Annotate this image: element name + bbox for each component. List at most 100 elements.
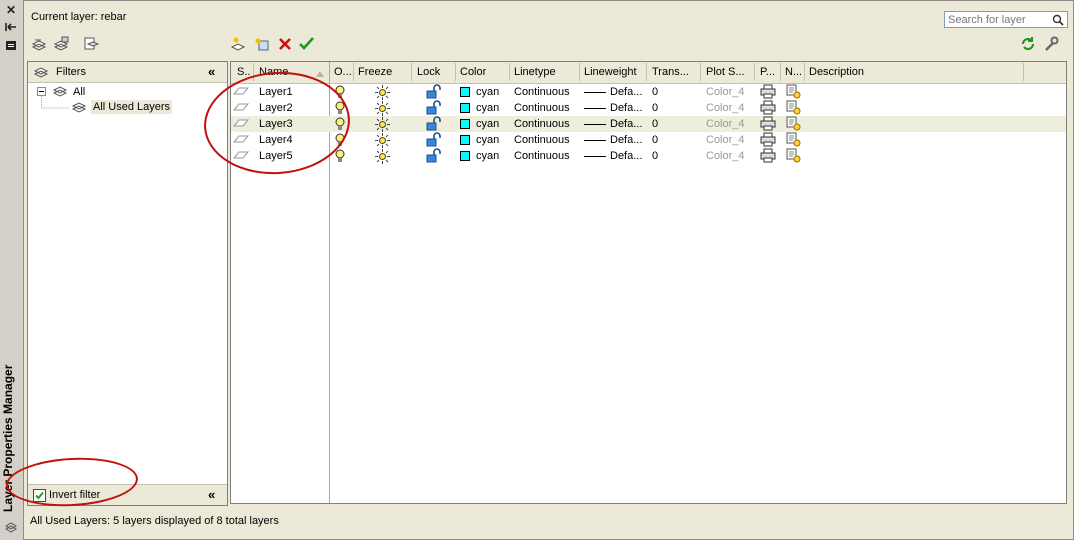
- lineweight-sample: [584, 124, 606, 125]
- palette-title-bar[interactable]: ✕ Layer Properties Manager: [0, 0, 24, 540]
- current-layer-label: Current layer: rebar: [31, 11, 127, 23]
- column-separator: [700, 63, 701, 81]
- layer-list-header: S... Name O... Freeze Lock Color Linetyp…: [231, 62, 1066, 84]
- color-swatch[interactable]: [460, 119, 470, 129]
- new-group-filter-icon[interactable]: [52, 35, 70, 53]
- new-filter-icon[interactable]: [30, 35, 48, 53]
- collapse-icon[interactable]: «: [208, 64, 215, 79]
- table-row-selected[interactable]: Layer3 cyan Continuous Defa... 0 Color_4: [231, 116, 1066, 132]
- table-row[interactable]: Layer5 cyan Continuous Defa... 0 Color_4: [231, 148, 1066, 164]
- column-separator: [804, 63, 805, 81]
- table-row[interactable]: Layer1 cyan Continuous Defa... 0 Color_4: [231, 84, 1066, 100]
- table-row[interactable]: Layer4 cyan Continuous Defa... 0 Color_4: [231, 132, 1066, 148]
- color-swatch[interactable]: [460, 103, 470, 113]
- color-name[interactable]: cyan: [476, 86, 499, 98]
- filters-icon: [33, 65, 49, 82]
- color-name[interactable]: cyan: [476, 134, 499, 146]
- new-layer-vp-frozen-icon[interactable]: [252, 35, 270, 53]
- column-plot-style[interactable]: Plot S...: [706, 66, 745, 78]
- column-separator: [579, 63, 580, 81]
- search-box[interactable]: [944, 11, 1068, 28]
- auto-hide-icon[interactable]: [4, 20, 18, 34]
- plot-style: Color_4: [706, 150, 745, 162]
- color-swatch[interactable]: [460, 87, 470, 97]
- column-separator: [780, 63, 781, 81]
- color-name[interactable]: cyan: [476, 102, 499, 114]
- linetype[interactable]: Continuous: [514, 150, 570, 162]
- used-layers-filter-icon: [71, 100, 87, 117]
- unlock-icon[interactable]: [426, 148, 442, 166]
- column-on[interactable]: O...: [334, 66, 352, 78]
- tree-item-all[interactable]: All: [73, 86, 85, 98]
- tree-connector: [41, 96, 70, 109]
- new-layer-icon[interactable]: [229, 35, 247, 53]
- lineweight-sample: [584, 156, 606, 157]
- column-new-vp-freeze[interactable]: N...: [785, 66, 803, 78]
- transparency[interactable]: 0: [652, 150, 658, 162]
- column-separator: [509, 63, 510, 81]
- refresh-icon[interactable]: [1019, 35, 1037, 53]
- column-separator: [353, 63, 354, 81]
- filter-tree-header: Filters «: [28, 62, 227, 83]
- column-transparency[interactable]: Trans...: [652, 66, 689, 78]
- lineweight-sample: [584, 140, 606, 141]
- vp-freeze-icon[interactable]: [786, 148, 801, 166]
- lineweight-sample: [584, 108, 606, 109]
- collapse-icon[interactable]: «: [208, 487, 215, 502]
- delete-layer-icon[interactable]: [276, 35, 294, 53]
- printer-icon[interactable]: [760, 148, 776, 166]
- status-bar: All Used Layers: 5 layers displayed of 8…: [24, 512, 1073, 538]
- color-name[interactable]: cyan: [476, 150, 499, 162]
- layer-manager-window: Current layer: rebar Search for layer Fi…: [23, 0, 1074, 540]
- lineweight[interactable]: Defa...: [610, 86, 642, 98]
- column-separator: [754, 63, 755, 81]
- lineweight-sample: [584, 92, 606, 93]
- plot-style: Color_4: [706, 118, 745, 130]
- close-icon[interactable]: ✕: [4, 3, 18, 17]
- column-freeze[interactable]: Freeze: [358, 66, 392, 78]
- linetype[interactable]: Continuous: [514, 118, 570, 130]
- linetype[interactable]: Continuous: [514, 102, 570, 114]
- color-name[interactable]: cyan: [476, 118, 499, 130]
- transparency[interactable]: 0: [652, 102, 658, 114]
- transparency[interactable]: 0: [652, 118, 658, 130]
- column-lineweight[interactable]: Lineweight: [584, 66, 637, 78]
- search-icon[interactable]: [1052, 14, 1064, 29]
- column-separator: [411, 63, 412, 81]
- search-input[interactable]: [945, 12, 1055, 28]
- column-separator: [646, 63, 647, 81]
- properties-icon[interactable]: [4, 38, 18, 52]
- column-description[interactable]: Description: [809, 66, 864, 78]
- column-linetype[interactable]: Linetype: [514, 66, 556, 78]
- transparency[interactable]: 0: [652, 134, 658, 146]
- sun-icon[interactable]: [375, 149, 390, 167]
- state-manager-icon[interactable]: [82, 35, 100, 53]
- linetype[interactable]: Continuous: [514, 86, 570, 98]
- plot-style: Color_4: [706, 134, 745, 146]
- column-lock[interactable]: Lock: [417, 66, 440, 78]
- color-swatch[interactable]: [460, 151, 470, 161]
- linetype[interactable]: Continuous: [514, 134, 570, 146]
- layer-list-panel: S... Name O... Freeze Lock Color Linetyp…: [230, 61, 1067, 504]
- set-current-icon[interactable]: [298, 35, 316, 53]
- transparency[interactable]: 0: [652, 86, 658, 98]
- filters-title: Filters: [56, 66, 86, 78]
- lineweight[interactable]: Defa...: [610, 102, 642, 114]
- column-color[interactable]: Color: [460, 66, 486, 78]
- lineweight[interactable]: Defa...: [610, 134, 642, 146]
- plot-style: Color_4: [706, 102, 745, 114]
- status-text: All Used Layers: 5 layers displayed of 8…: [30, 515, 279, 527]
- table-row[interactable]: Layer2 cyan Continuous Defa... 0 Color_4: [231, 100, 1066, 116]
- layers-palette-icon: [4, 520, 18, 534]
- color-swatch[interactable]: [460, 135, 470, 145]
- lightbulb-icon[interactable]: [335, 149, 345, 166]
- column-separator: [455, 63, 456, 81]
- column-separator: [1023, 63, 1024, 81]
- lineweight[interactable]: Defa...: [610, 150, 642, 162]
- column-plot[interactable]: P...: [760, 66, 778, 78]
- tree-item-all-used-layers[interactable]: All Used Layers: [91, 100, 173, 114]
- filter-tree-panel: Filters « All All Used Layers Invert fil…: [27, 61, 228, 506]
- settings-icon[interactable]: [1042, 35, 1060, 53]
- lineweight[interactable]: Defa...: [610, 118, 642, 130]
- plot-style: Color_4: [706, 86, 745, 98]
